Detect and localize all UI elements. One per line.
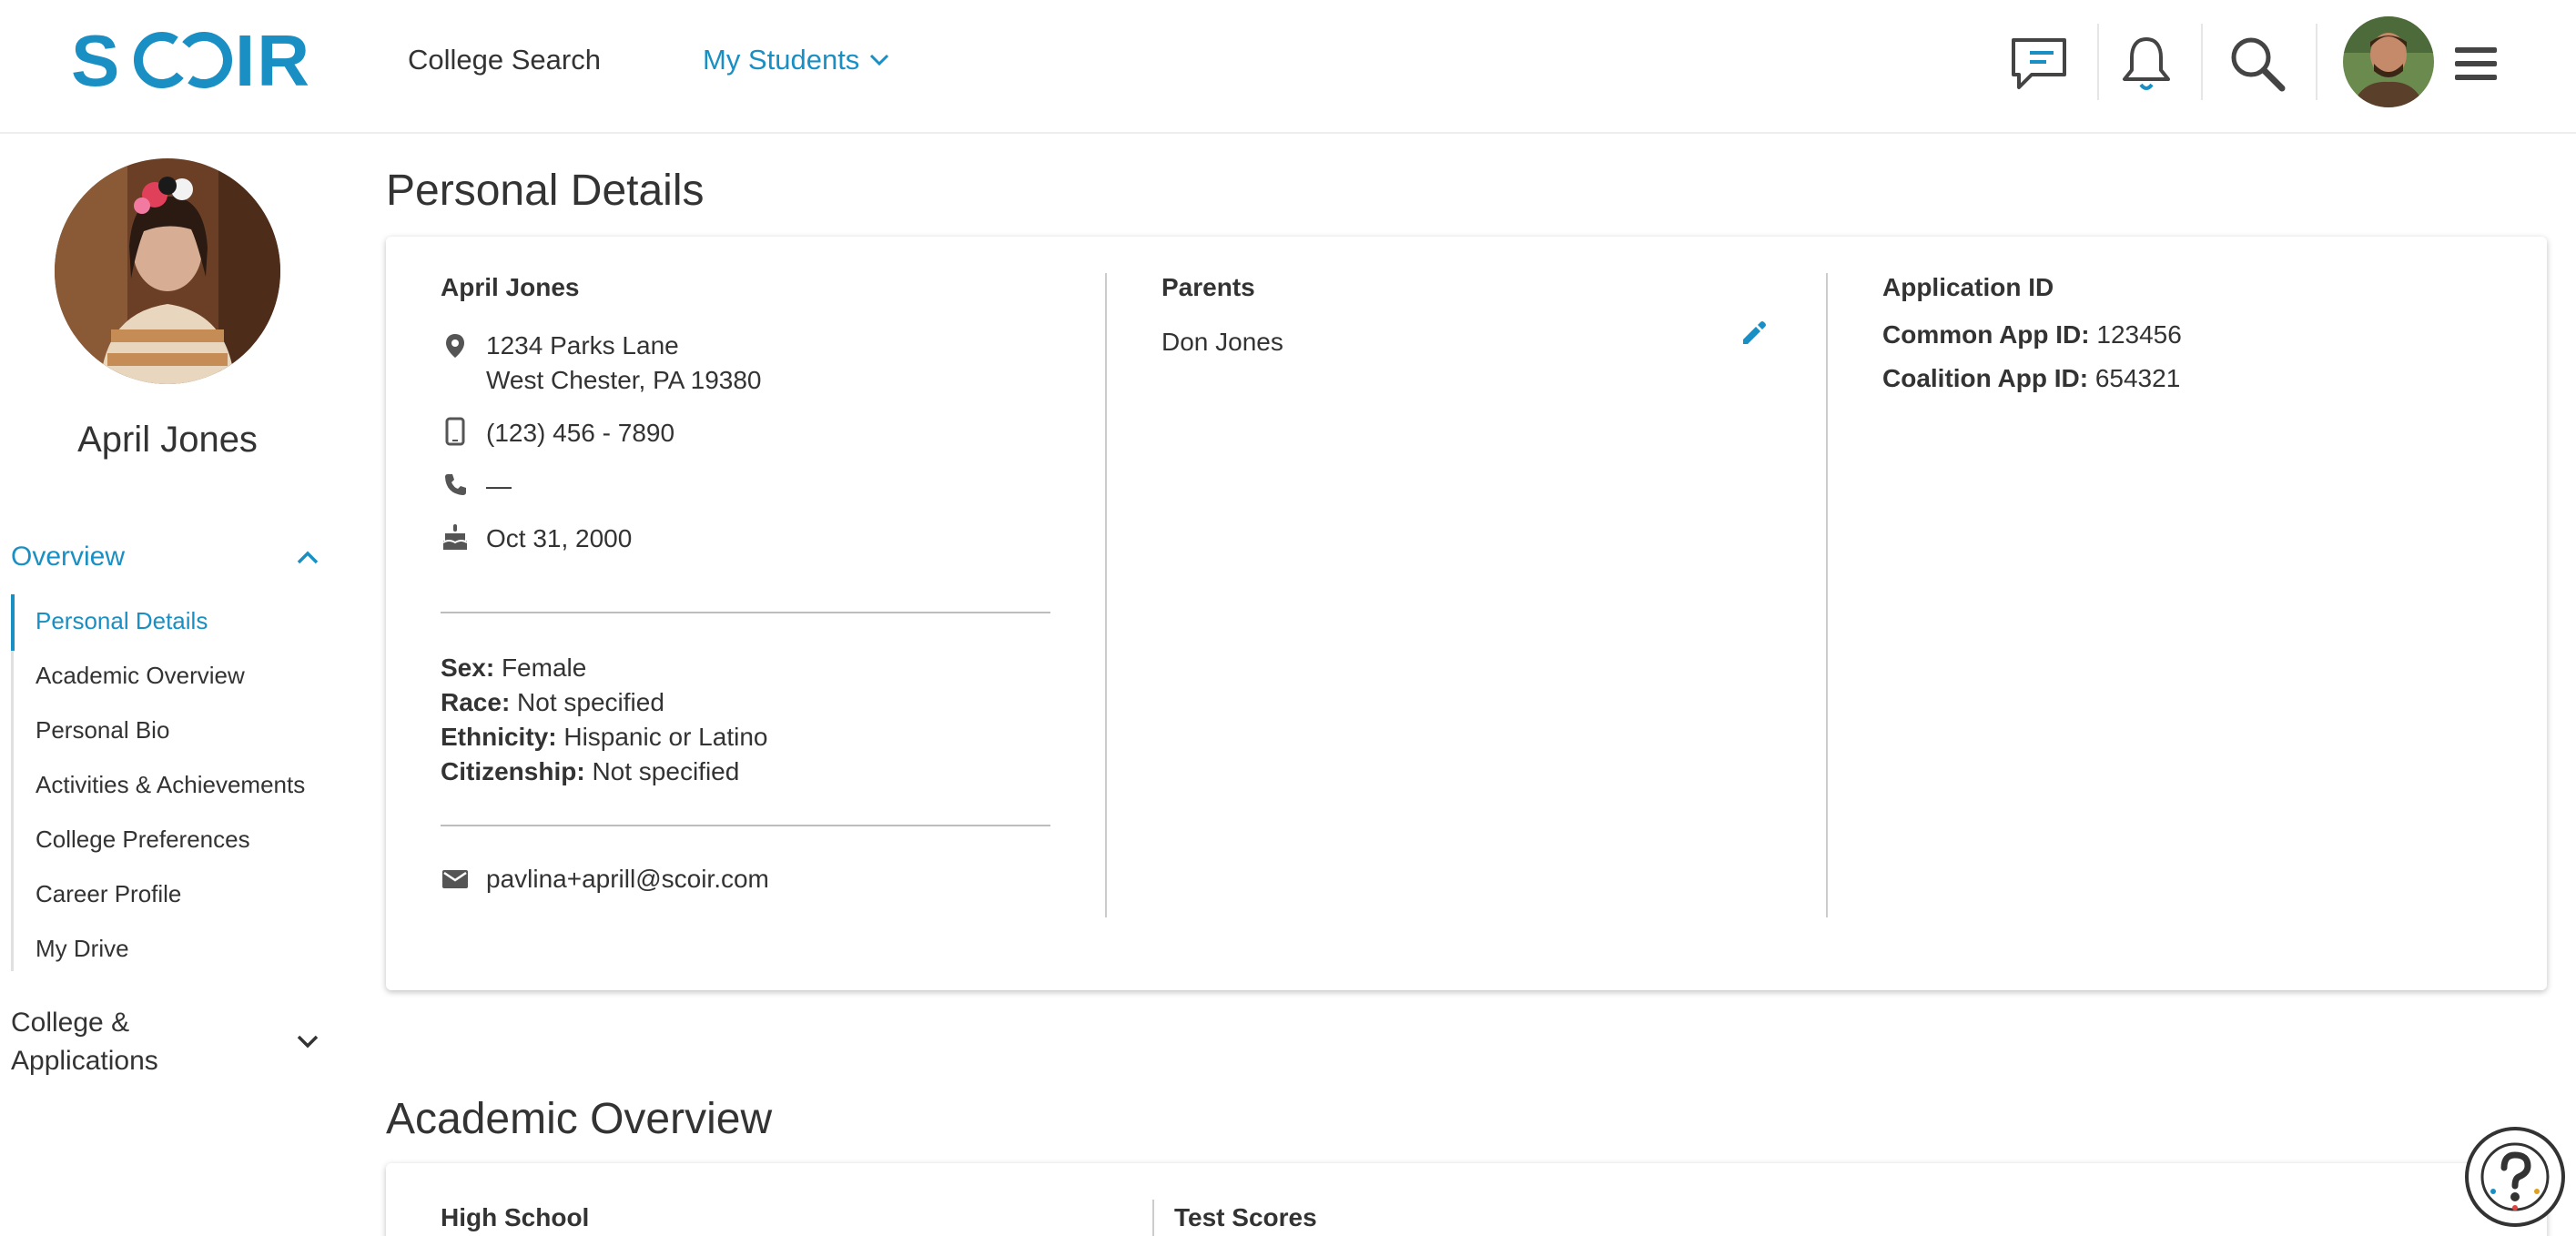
citizenship-label: Citizenship:	[441, 757, 585, 785]
active-indicator	[11, 594, 15, 651]
college-applications-label-line1: College &	[11, 1008, 130, 1038]
college-applications-label-line2: Applications	[11, 1046, 158, 1076]
academic-overview-title: Academic Overview	[386, 1095, 773, 1143]
nav-college-search[interactable]: College Search	[408, 40, 601, 80]
parents-heading: Parents	[1161, 273, 1255, 301]
messages-icon[interactable]	[2003, 27, 2075, 100]
personal-details-title: Personal Details	[386, 167, 705, 215]
overview-label: Overview	[11, 542, 126, 572]
question-mark-icon	[2480, 1142, 2550, 1211]
race-row: Race: Not specified	[441, 688, 664, 717]
coalition-app-id: 654321	[2094, 364, 2181, 392]
header-divider	[2201, 24, 2203, 100]
academic-overview-card: High School Test Scores	[386, 1163, 2547, 1236]
header-divider	[2316, 24, 2317, 100]
subnav-personal-details[interactable]: Personal Details	[35, 607, 208, 635]
user-avatar[interactable]	[2343, 16, 2434, 107]
subnav-career-profile[interactable]: Career Profile	[35, 880, 181, 908]
student-sidebar: April Jones Overview Personal Details Ac…	[0, 136, 346, 1236]
high-school-heading: High School	[441, 1203, 590, 1231]
citizenship-row: Citizenship: Not specified	[441, 757, 739, 786]
citizenship-value: Not specified	[592, 757, 740, 785]
sex-label: Sex:	[441, 653, 495, 682]
birthday-cake-icon	[441, 522, 470, 552]
edit-pencil-icon[interactable]	[1739, 319, 1768, 348]
chevron-down-icon	[297, 1035, 319, 1049]
subnav-activities-achievements[interactable]: Activities & Achievements	[35, 771, 305, 799]
location-pin-icon	[441, 331, 470, 360]
college-applications-label: College & Applications	[11, 1004, 158, 1080]
race-value: Not specified	[517, 688, 664, 716]
personal-details-card: April Jones 1234 Parks Lane West Chester…	[386, 237, 2547, 990]
ethnicity-value: Hispanic or Latino	[563, 723, 768, 751]
overview-subnav: Personal Details Academic Overview Perso…	[11, 594, 320, 971]
column-divider	[1826, 273, 1828, 917]
student-full-name: April Jones	[441, 273, 580, 301]
race-label: Race:	[441, 688, 511, 716]
help-button[interactable]	[2465, 1127, 2565, 1227]
phone-icon	[441, 470, 470, 499]
common-app-row: Common App ID: 123456	[1882, 320, 2182, 350]
nav-my-students-label: My Students	[703, 44, 860, 76]
scoir-logo[interactable]: S IR	[71, 20, 309, 101]
address-line1: 1234 Parks Lane	[486, 331, 679, 360]
subnav-academic-overview[interactable]: Academic Overview	[35, 662, 245, 690]
email-address[interactable]: pavlina+aprill@scoir.com	[486, 865, 769, 894]
notifications-icon[interactable]	[2110, 27, 2183, 100]
common-app-id: 123456	[2096, 320, 2182, 349]
svg-text:S: S	[71, 27, 120, 93]
coalition-app-row: Coalition App ID: 654321	[1882, 364, 2180, 393]
birth-date: Oct 31, 2000	[486, 524, 633, 552]
menu-icon[interactable]	[2439, 27, 2512, 100]
ethnicity-row: Ethnicity: Hispanic or Latino	[441, 723, 767, 752]
phone-number: —	[486, 471, 512, 500]
mobile-number: (123) 456 - 7890	[486, 419, 675, 447]
search-icon[interactable]	[2221, 27, 2294, 100]
subnav-college-preferences[interactable]: College Preferences	[35, 826, 250, 854]
email-icon	[441, 865, 470, 894]
mobile-phone-icon	[441, 417, 470, 446]
top-header: S IR College Search My Students	[0, 0, 2576, 134]
column-divider	[1152, 1200, 1154, 1236]
svg-text:IR: IR	[235, 27, 309, 93]
scoir-logo-mark: S IR	[71, 20, 309, 101]
sex-value: Female	[501, 653, 587, 682]
nav-my-students[interactable]: My Students	[703, 40, 890, 80]
ethnicity-label: Ethnicity:	[441, 723, 557, 751]
subnav-personal-bio[interactable]: Personal Bio	[35, 716, 169, 745]
common-app-label: Common App ID:	[1882, 320, 2090, 349]
header-divider	[2097, 24, 2099, 100]
column-divider	[1105, 273, 1107, 917]
student-avatar	[55, 158, 280, 384]
chevron-down-icon	[870, 54, 889, 66]
divider	[441, 825, 1050, 826]
overview-section-toggle[interactable]: Overview	[11, 542, 320, 572]
address-line2: West Chester, PA 19380	[486, 366, 762, 394]
sex-row: Sex: Female	[441, 653, 586, 683]
student-name: April Jones	[77, 420, 258, 460]
parent-name: Don Jones	[1161, 328, 1283, 356]
divider	[441, 612, 1050, 613]
chevron-up-icon	[297, 551, 319, 564]
coalition-app-label: Coalition App ID:	[1882, 364, 2089, 392]
subnav-my-drive[interactable]: My Drive	[35, 935, 129, 963]
application-id-heading: Application ID	[1882, 273, 2054, 301]
test-scores-heading: Test Scores	[1174, 1203, 1317, 1231]
college-applications-section-toggle[interactable]: College & Applications	[11, 1004, 320, 1080]
